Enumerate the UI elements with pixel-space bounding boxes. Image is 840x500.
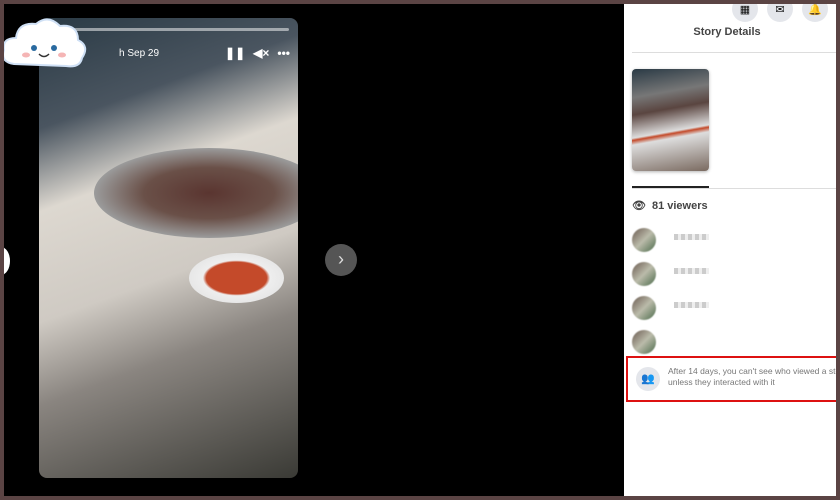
viewer-row[interactable] xyxy=(632,262,832,288)
viewer-row[interactable] xyxy=(632,228,832,254)
pause-icon[interactable]: ❚❚ xyxy=(225,46,245,60)
story-viewer: h Sep 29 ❚❚ ◀× ••• › ▦ ✉ 🔔 Story Details… xyxy=(4,4,836,496)
notice-text: unless they interacted with it xyxy=(668,377,775,387)
cloud-sticker-icon xyxy=(4,18,87,68)
story-thumbnail[interactable] xyxy=(632,69,709,171)
people-icon: 👥 xyxy=(636,367,660,391)
viewer-row[interactable] xyxy=(632,296,832,322)
panel-title: Story Details xyxy=(693,26,761,38)
viewer-name-blurred xyxy=(674,268,709,274)
grill-image xyxy=(94,148,298,238)
more-options-button[interactable]: ••• xyxy=(277,46,290,60)
viewers-count: 👁 81 viewers xyxy=(632,199,708,213)
menu-grid-icon[interactable]: ▦ xyxy=(732,4,758,22)
notice-text: After 14 days, you can't see who viewed … xyxy=(668,366,836,376)
next-story-button[interactable]: › xyxy=(325,244,357,276)
viewer-row[interactable] xyxy=(632,330,832,356)
viewer-name-blurred xyxy=(674,302,709,308)
bell-icon[interactable]: 🔔 xyxy=(802,4,828,22)
avatar xyxy=(632,228,656,252)
viewer-retention-notice: 👥 After 14 days, you can't see who viewe… xyxy=(626,356,836,402)
divider xyxy=(632,188,836,189)
avatar xyxy=(632,262,656,286)
volume-muted-icon[interactable]: ◀× xyxy=(253,46,269,60)
story-video[interactable]: h Sep 29 ❚❚ ◀× ••• xyxy=(39,18,298,478)
story-details-panel: ▦ ✉ 🔔 Story Details 👁 81 viewers 👥 After… xyxy=(624,4,836,496)
messenger-icon[interactable]: ✉ xyxy=(767,4,793,22)
sauce-bowl-image xyxy=(189,253,284,303)
eye-icon: 👁 xyxy=(632,200,646,212)
viewer-name-blurred xyxy=(674,234,709,240)
divider xyxy=(632,52,836,53)
avatar xyxy=(632,296,656,320)
avatar xyxy=(632,330,656,354)
previous-story-button[interactable] xyxy=(4,247,10,275)
story-date: h Sep 29 xyxy=(119,48,160,59)
